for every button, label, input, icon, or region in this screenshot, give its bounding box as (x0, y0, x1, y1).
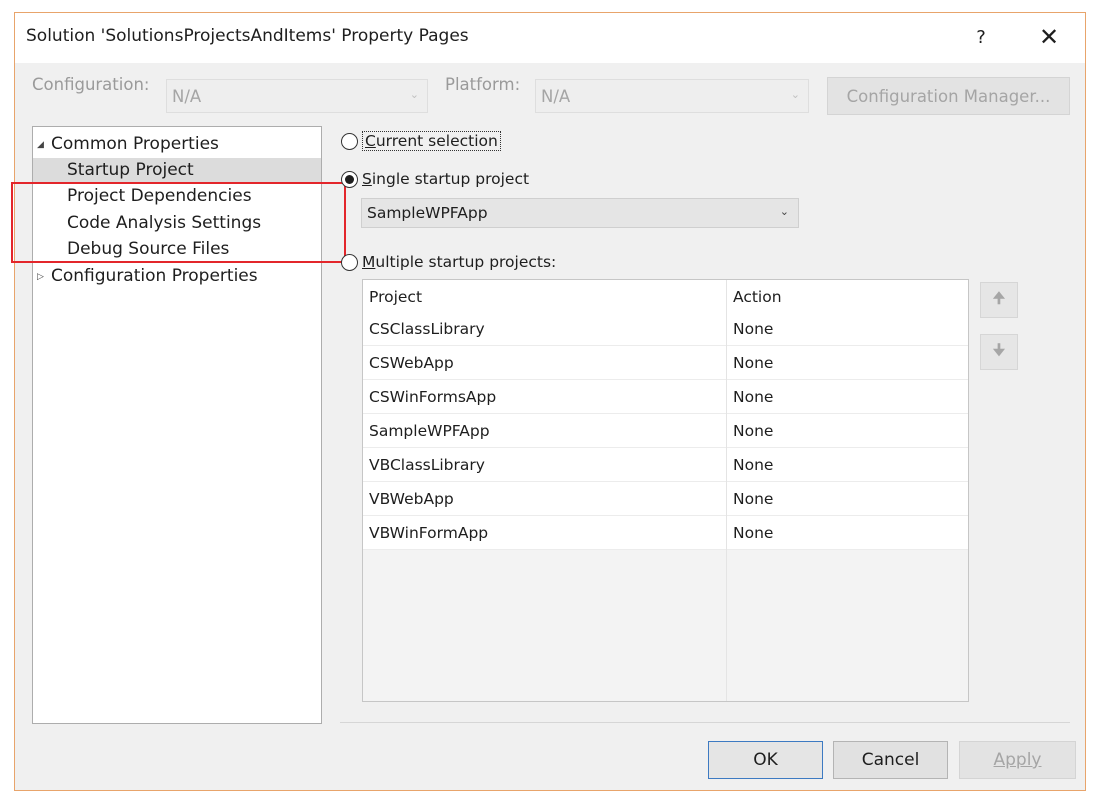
table-row[interactable]: SampleWPFApp None (363, 414, 968, 448)
radio-multiple-startup-projects[interactable]: Multiple startup projects: (341, 253, 556, 271)
move-down-button[interactable]: 🠋 (980, 334, 1018, 370)
action-cell[interactable]: None (727, 448, 968, 482)
expanded-arrow-icon: ◢ (37, 140, 44, 150)
action-cell[interactable]: None (727, 380, 968, 414)
tree-item-code-analysis-settings[interactable]: Code Analysis Settings (33, 211, 321, 237)
radio-circle (341, 132, 358, 150)
platform-label: Platform: (445, 75, 521, 94)
arrow-up-icon: 🠉 (992, 288, 1006, 307)
project-cell: CSWebApp (363, 346, 727, 380)
title-bar: Solution 'SolutionsProjectsAndItems' Pro… (15, 13, 1085, 63)
configuration-value: N/A (172, 87, 202, 106)
table-row[interactable]: VBClassLibrary None (363, 448, 968, 482)
close-button[interactable]: ✕ (1029, 19, 1069, 55)
move-up-button[interactable]: 🠉 (980, 282, 1018, 318)
radio-label: Current selection (362, 131, 501, 151)
project-cell: CSClassLibrary (363, 312, 727, 346)
project-cell: CSWinFormsApp (363, 380, 727, 414)
table-row[interactable]: CSClassLibrary None (363, 312, 968, 346)
tree-node-label: Configuration Properties (51, 266, 258, 286)
project-cell: VBClassLibrary (363, 448, 727, 482)
configuration-manager-button[interactable]: Configuration Manager... (827, 77, 1070, 115)
single-startup-project-combo[interactable]: SampleWPFApp ⌄ (361, 198, 799, 228)
tree-item-startup-project[interactable]: Startup Project (33, 158, 321, 184)
apply-label: Apply (993, 750, 1042, 770)
table-row[interactable]: CSWinFormsApp None (363, 380, 968, 414)
collapsed-arrow-icon: ▷ (37, 272, 44, 282)
action-cell[interactable]: None (727, 312, 968, 346)
table-row[interactable]: CSWebApp None (363, 346, 968, 380)
chevron-down-icon: ⌄ (779, 205, 789, 218)
platform-value: N/A (541, 87, 571, 106)
column-header-action: Action (733, 288, 782, 306)
column-header-project: Project (363, 280, 727, 314)
action-cell[interactable]: None (727, 346, 968, 380)
grid-column-divider (726, 545, 727, 701)
project-cell: SampleWPFApp (363, 414, 727, 448)
radio-circle-checked (341, 170, 358, 188)
chevron-down-icon: ⌄ (409, 88, 419, 101)
radio-label: Multiple startup projects: (362, 253, 557, 271)
tree-node-configuration-properties[interactable]: ▷ Configuration Properties (33, 264, 258, 290)
radio-single-startup-project[interactable]: Single startup project (341, 170, 529, 188)
chevron-down-icon: ⌄ (790, 88, 800, 101)
radio-label: Single startup project (362, 170, 530, 188)
multiple-projects-grid: Project Action CSClassLibrary None CSWeb… (362, 279, 969, 702)
action-cell[interactable]: None (727, 414, 968, 448)
cancel-button[interactable]: Cancel (833, 741, 948, 779)
window-title: Solution 'SolutionsProjectsAndItems' Pro… (26, 26, 469, 46)
tree-item-debug-source-files[interactable]: Debug Source Files (33, 237, 321, 263)
action-cell[interactable]: None (727, 516, 968, 550)
apply-button[interactable]: Apply (959, 741, 1076, 779)
arrow-down-icon: 🠋 (992, 340, 1006, 359)
table-row[interactable]: VBWinFormApp None (363, 516, 968, 550)
selected-project: SampleWPFApp (367, 204, 488, 222)
tree-item-project-dependencies[interactable]: Project Dependencies (33, 184, 321, 210)
tree-node-common-properties[interactable]: ◢ Common Properties (33, 132, 219, 158)
tree-node-label: Common Properties (51, 134, 219, 154)
radio-current-selection[interactable]: Current selection (341, 131, 501, 151)
footer-separator (340, 722, 1070, 723)
table-row[interactable]: VBWebApp None (363, 482, 968, 516)
project-cell: VBWebApp (363, 482, 727, 516)
radio-circle (341, 253, 358, 271)
project-cell: VBWinFormApp (363, 516, 727, 550)
action-cell[interactable]: None (727, 482, 968, 516)
platform-combo[interactable]: N/A ⌄ (535, 79, 809, 113)
configuration-combo[interactable]: N/A ⌄ (166, 79, 428, 113)
help-button[interactable]: ? (961, 19, 1001, 55)
property-tree: ◢ Common Properties Startup Project Proje… (32, 126, 322, 724)
ok-button[interactable]: OK (708, 741, 823, 779)
grid-header-row: Project Action (363, 280, 968, 314)
configuration-label: Configuration: (32, 75, 150, 94)
